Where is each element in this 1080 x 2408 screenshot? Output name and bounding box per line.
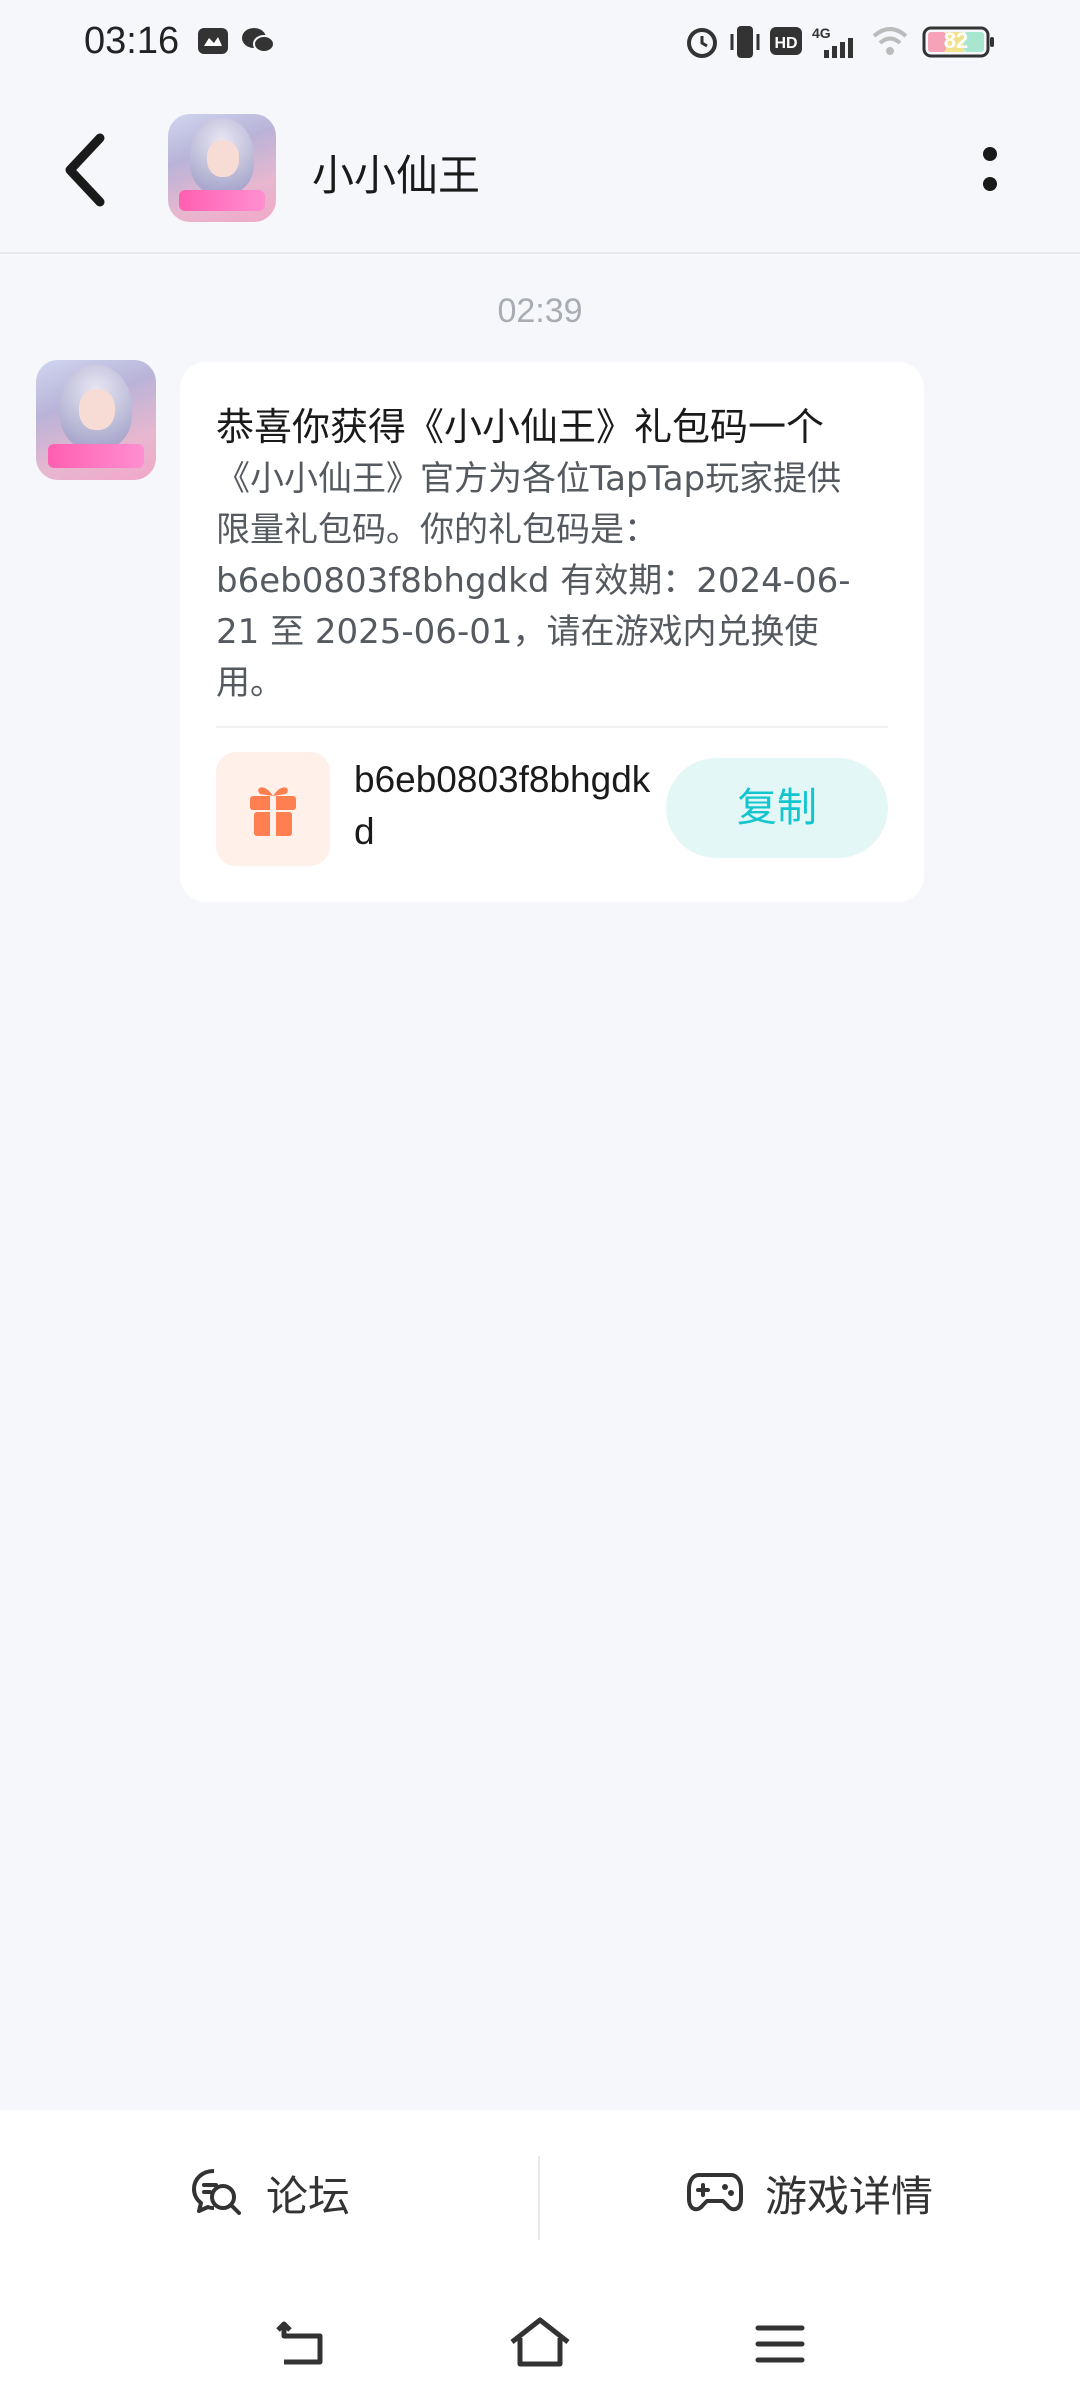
svg-text:4G: 4G	[812, 25, 831, 41]
game-detail-tab[interactable]: 游戏详情	[540, 2110, 1080, 2276]
message-title: 恭喜你获得《小小仙王》礼包码一个	[216, 405, 825, 449]
signal-4g-icon: 4G	[812, 25, 853, 58]
alarm-icon	[687, 28, 717, 58]
page-title: 小小仙王	[312, 151, 481, 200]
back-icon[interactable]	[52, 126, 120, 214]
gift-icon-box	[216, 752, 330, 866]
hd-icon: HD	[770, 27, 802, 55]
message-body: 《小小仙王》官方为各位TapTap玩家提供限量礼包码。你的礼包码是：b6eb08…	[216, 459, 851, 703]
forum-label: 论坛	[265, 2171, 350, 2221]
forum-tab[interactable]: 论坛	[0, 2110, 540, 2276]
battery-icon: 82	[922, 24, 996, 60]
bottom-action-bar: 论坛 游戏详情	[0, 2110, 1080, 2276]
status-bar: 03:16 HD 4G 82	[0, 0, 1080, 86]
message-timestamp: 02:39	[497, 292, 583, 330]
divider	[216, 726, 888, 728]
back-nav-icon[interactable]	[270, 2312, 334, 2376]
gift-code: b6eb0803f8bhgdkd	[354, 759, 651, 852]
wechat-icon	[242, 28, 275, 53]
gift-code-message: 恭喜你获得《小小仙王》礼包码一个 《小小仙王》官方为各位TapTap玩家提供限量…	[180, 362, 924, 902]
message-icon	[198, 28, 228, 54]
svg-text:HD: HD	[774, 35, 797, 52]
menu-icon[interactable]	[748, 2312, 812, 2376]
wifi-icon	[872, 27, 908, 55]
gamepad-icon	[686, 2173, 743, 2212]
battery-level: 82	[943, 28, 969, 53]
copy-button[interactable]: 复制	[666, 758, 888, 858]
system-nav-bar	[0, 2276, 1080, 2408]
status-time: 03:16	[84, 20, 180, 62]
home-icon[interactable]	[508, 2312, 572, 2376]
more-icon[interactable]	[966, 136, 1014, 204]
vibrate-icon	[730, 26, 760, 58]
forum-icon	[191, 2169, 241, 2215]
gift-icon	[250, 787, 296, 836]
game-detail-label: 游戏详情	[764, 2171, 933, 2221]
game-avatar[interactable]	[168, 114, 276, 222]
chat-header: 小小仙王	[0, 86, 1080, 254]
sender-avatar[interactable]	[36, 360, 156, 480]
